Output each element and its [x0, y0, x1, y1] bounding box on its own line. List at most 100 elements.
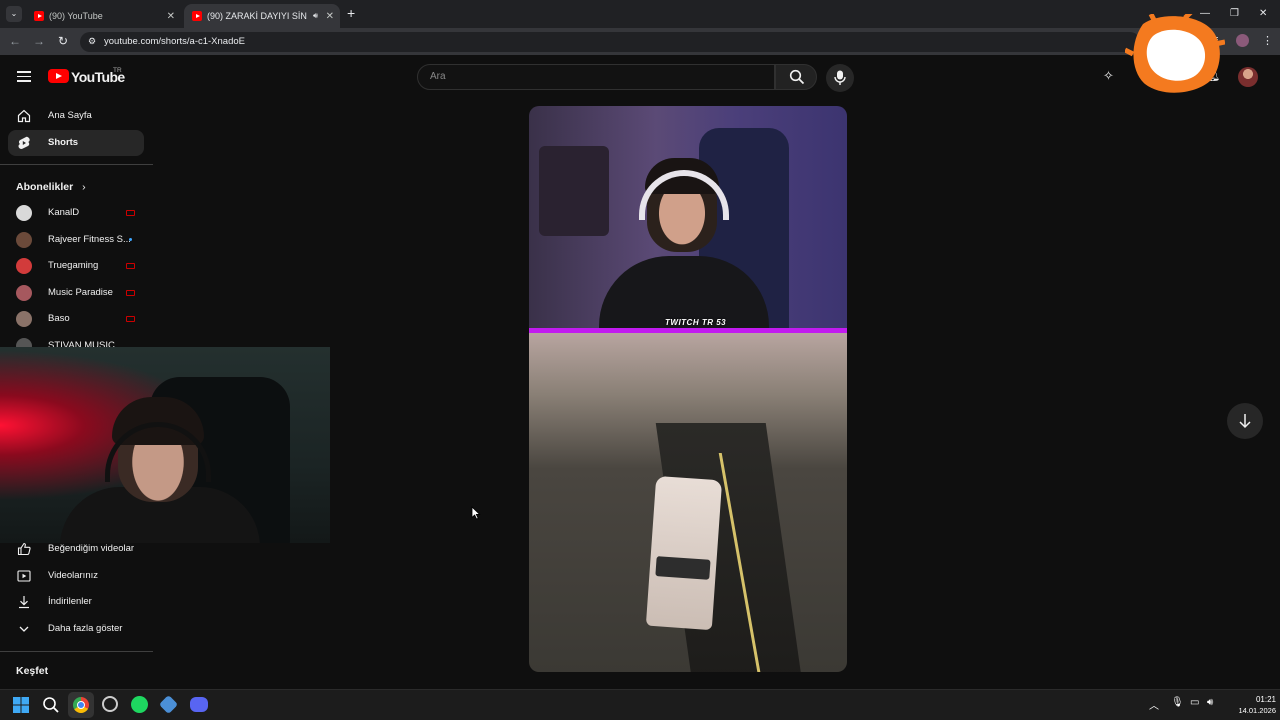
tray-chevron-up-icon[interactable]: ︿ [1149, 697, 1159, 712]
windows-taskbar: ︿ 🎙︎ ▭ 🔊︎ 01:21 14.01.2026 [0, 689, 1280, 720]
menu-icon[interactable]: ⋮ [1262, 34, 1273, 47]
search-button[interactable] [775, 64, 817, 90]
sidebar-item-label: Baso [48, 313, 70, 324]
download-icon [19, 596, 29, 609]
sidebar-item-shorts[interactable]: Shorts [8, 130, 144, 156]
sidebar-item-downloads[interactable]: İndirilenler [8, 589, 144, 615]
close-icon[interactable]: ✕ [167, 11, 175, 22]
clock-date[interactable]: 14.01.2026 [1222, 706, 1276, 715]
sidebar-item-rajveer[interactable]: Rajveer Fitness S... [8, 227, 144, 253]
twitch-badge: TWITCH TR 53 [665, 318, 727, 327]
bus-image [645, 475, 723, 631]
sidebar-item-label: Daha fazla göster [48, 623, 123, 634]
tab-title: (90) ZARAKİ DAYIYI SİNİRLE [207, 11, 307, 21]
webcam-overlay [0, 347, 330, 543]
microphone-icon [834, 70, 846, 85]
search-icon [789, 69, 805, 85]
tab-search-icon[interactable]: ⌄ [6, 6, 22, 22]
clock-time[interactable]: 01:21 [1240, 695, 1276, 704]
app-icon[interactable] [158, 694, 179, 715]
microphone-icon[interactable]: 🎙︎ [1171, 697, 1184, 708]
avatar [16, 232, 32, 248]
browser-tab-strip: ⌄ (90) YouTube ✕ (90) ZARAKİ DAYIYI SİNİ… [0, 0, 1280, 28]
sidebar-item-your-videos[interactable]: Videolarınız [8, 563, 144, 589]
chevron-down-icon [19, 626, 29, 632]
subscriptions-heading[interactable]: Abonelikler › [16, 181, 86, 193]
divider [0, 164, 153, 165]
live-icon [126, 316, 135, 322]
sidebar-item-truegaming[interactable]: Truegaming [8, 253, 144, 279]
tab-youtube-home[interactable]: (90) YouTube ✕ [26, 4, 181, 28]
new-content-dot [129, 238, 132, 241]
address-bar[interactable]: ⚙ youtube.com/shorts/a-c1-XnadoE [80, 32, 1140, 52]
mouse-cursor-icon [471, 506, 481, 520]
live-icon [126, 290, 135, 296]
speaker-icon[interactable]: 🔊︎ [313, 11, 318, 21]
next-short-button[interactable] [1227, 403, 1263, 439]
new-tab-button[interactable]: + [347, 5, 355, 21]
sidebar-item-label: KanalD [48, 207, 80, 218]
divider [0, 651, 153, 652]
home-icon [17, 109, 31, 123]
sidebar-item-kanald[interactable]: KanalD [8, 200, 144, 226]
arrow-down-icon [1239, 414, 1251, 429]
avatar[interactable] [1238, 67, 1258, 87]
display-icon[interactable]: ▭ [1190, 697, 1199, 708]
site-info-icon[interactable]: ⚙ [88, 36, 96, 47]
live-icon [126, 210, 135, 216]
tab-current-short[interactable]: (90) ZARAKİ DAYIYI SİNİRLE 🔊︎ ✕ [184, 4, 340, 28]
game-footage-frame [529, 333, 847, 672]
sidebar-item-show-more[interactable]: Daha fazla göster [8, 616, 144, 642]
sidebar-item-music-paradise[interactable]: Music Paradise [8, 280, 144, 306]
sidebar-item-label: Beğendiğim videolar [48, 543, 135, 554]
video-icon [17, 570, 31, 582]
browser-toolbar: ← → ↻ ⚙ youtube.com/shorts/a-c1-XnadoE ≡… [0, 28, 1280, 55]
reload-button[interactable]: ↻ [56, 34, 70, 48]
thumbs-up-icon [17, 542, 31, 556]
country-code: TR [113, 67, 122, 74]
sidebar-item-label: Music Paradise [48, 287, 113, 298]
tab-title: (90) YouTube [49, 11, 103, 21]
avatar [16, 311, 32, 327]
windows-start-icon[interactable] [12, 696, 30, 714]
chrome-icon[interactable] [68, 692, 94, 718]
restore-button[interactable]: ❐ [1230, 8, 1239, 19]
search-input[interactable]: Ara [417, 64, 775, 90]
shorts-video-player[interactable]: TWITCH TR 53 [529, 106, 847, 672]
chevron-right-icon: › [82, 181, 86, 193]
sidebar-item-label: Truegaming [48, 260, 99, 271]
close-window-button[interactable]: ✕ [1259, 8, 1267, 19]
search-placeholder: Ara [430, 71, 446, 82]
close-icon[interactable]: ✕ [326, 11, 334, 22]
streamer-camera-frame [529, 106, 847, 336]
sidebar-item-label: Shorts [48, 137, 79, 148]
sidebar-item-home[interactable]: Ana Sayfa [8, 103, 144, 129]
youtube-header: YouTube TR Ara ✧ 🔔︎ [0, 55, 1280, 99]
avatar [16, 258, 32, 274]
forward-button[interactable]: → [32, 34, 46, 48]
ai-sparkle-icon[interactable]: ✧ [1103, 68, 1114, 84]
spotify-icon[interactable] [131, 696, 148, 713]
hamburger-menu-icon[interactable] [17, 71, 31, 82]
avatar [16, 285, 32, 301]
youtube-favicon-icon [34, 11, 44, 21]
search-icon[interactable] [42, 696, 60, 714]
sidebar-item-baso[interactable]: Baso [8, 306, 144, 332]
live-icon [126, 263, 135, 269]
explore-heading: Keşfet [16, 665, 49, 677]
shelf-image [539, 146, 609, 236]
voice-search-button[interactable] [826, 64, 854, 92]
sidebar-item-label: İndirilenler [48, 596, 92, 607]
sidebar-item-label: Videolarınız [48, 570, 98, 581]
volume-icon[interactable]: 🔊︎ [1207, 697, 1213, 708]
discord-icon[interactable] [190, 697, 208, 712]
subscriptions-heading-label: Abonelikler [16, 181, 74, 193]
app-icon[interactable] [102, 696, 118, 712]
back-button[interactable]: ← [8, 34, 22, 48]
profile-icon[interactable] [1236, 34, 1249, 47]
sidebar-item-label: Rajveer Fitness S... [48, 234, 131, 245]
url-text: youtube.com/shorts/a-c1-XnadoE [104, 36, 245, 47]
shorts-icon [18, 136, 30, 150]
streamer-logo-icon [1125, 14, 1225, 93]
youtube-logo-icon[interactable] [48, 69, 69, 83]
